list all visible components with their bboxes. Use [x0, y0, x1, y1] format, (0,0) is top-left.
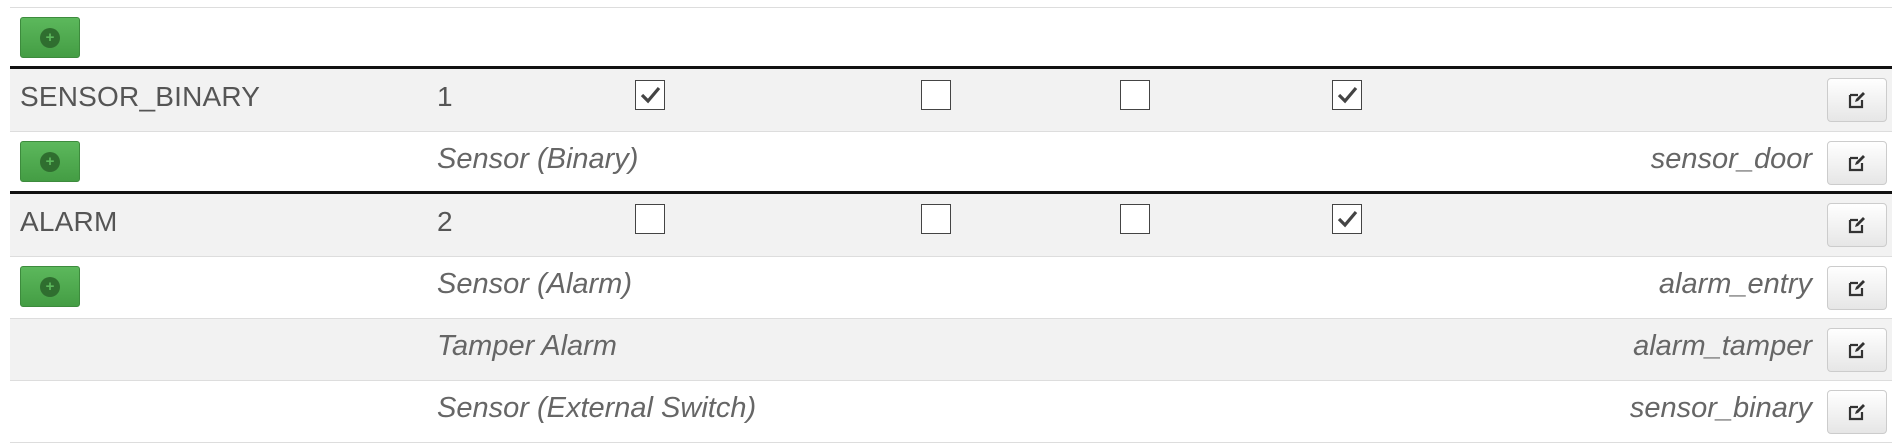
- table-row-alarm: ALARM 2: [10, 194, 1892, 257]
- table-row-top: +: [10, 7, 1892, 69]
- table-row-sensor-binary-item: + Sensor (Binary) sensor_door: [10, 132, 1892, 194]
- edit-icon: [1848, 217, 1865, 234]
- check-icon: [1337, 86, 1358, 104]
- group-name: SENSOR_BINARY: [20, 81, 261, 112]
- checkbox-col-3[interactable]: [1120, 80, 1150, 110]
- item-id: alarm_tamper: [1633, 330, 1812, 362]
- item-description: Sensor (Binary): [437, 143, 639, 175]
- group-number: 1: [437, 81, 453, 112]
- checkbox-col-2[interactable]: [921, 204, 951, 234]
- edit-icon: [1848, 92, 1865, 109]
- edit-button[interactable]: [1827, 78, 1887, 122]
- table-row-alarm-item: Tamper Alarm alarm_tamper: [10, 319, 1892, 381]
- group-number: 2: [437, 206, 453, 237]
- plus-circle-icon: +: [40, 151, 60, 172]
- table-row-alarm-item: Sensor (External Switch) sensor_binary: [10, 381, 1892, 443]
- plus-circle-icon: +: [40, 27, 60, 48]
- add-button[interactable]: +: [20, 17, 80, 58]
- edit-button[interactable]: [1827, 390, 1887, 434]
- check-icon: [1337, 210, 1358, 228]
- checkbox-col-4[interactable]: [1332, 204, 1362, 234]
- edit-icon: [1848, 155, 1865, 172]
- edit-icon: [1848, 404, 1865, 421]
- edit-icon: [1848, 342, 1865, 359]
- item-description: Sensor (External Switch): [437, 392, 757, 424]
- table-row-sensor-binary: SENSOR_BINARY 1: [10, 69, 1892, 132]
- edit-button[interactable]: [1827, 203, 1887, 247]
- check-icon: [640, 86, 661, 104]
- edit-button[interactable]: [1827, 141, 1887, 185]
- checkbox-col-1[interactable]: [635, 204, 665, 234]
- add-button[interactable]: +: [20, 141, 80, 182]
- edit-button[interactable]: [1827, 266, 1887, 310]
- checkbox-col-1[interactable]: [635, 80, 665, 110]
- table-row-alarm-item: + Sensor (Alarm) alarm_entry: [10, 257, 1892, 319]
- item-id: alarm_entry: [1658, 268, 1812, 300]
- item-description: Tamper Alarm: [437, 330, 617, 362]
- edit-icon: [1848, 280, 1865, 297]
- item-id: sensor_door: [1650, 143, 1812, 175]
- item-id: sensor_binary: [1629, 392, 1812, 424]
- item-description: Sensor (Alarm): [437, 268, 632, 300]
- checkbox-col-4[interactable]: [1332, 80, 1362, 110]
- plus-circle-icon: +: [40, 276, 60, 297]
- edit-button[interactable]: [1827, 328, 1887, 372]
- checkbox-col-2[interactable]: [921, 80, 951, 110]
- checkbox-col-3[interactable]: [1120, 204, 1150, 234]
- command-class-table: + SENSOR_BINARY 1 + Sensor (Binary) sens…: [10, 7, 1892, 443]
- add-button[interactable]: +: [20, 266, 80, 307]
- group-name: ALARM: [20, 206, 118, 237]
